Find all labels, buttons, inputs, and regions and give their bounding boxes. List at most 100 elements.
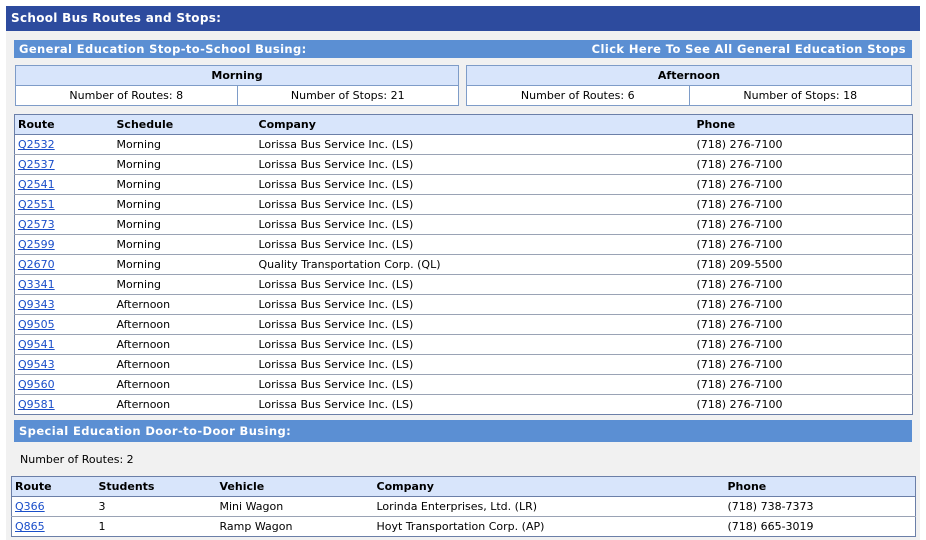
schedule-cell: Morning <box>113 214 256 235</box>
table-row: Q9543 Afternoon Lorissa Bus Service Inc. (… <box>14 354 913 375</box>
table-row: Q865 1 Ramp Wagon Hoyt Transportation Corp.… <box>12 517 916 537</box>
route-link[interactable]: Q9505 <box>18 318 55 331</box>
schedule-cell: Afternoon <box>116 398 171 411</box>
schedule-cell: Morning <box>113 234 256 255</box>
column-header-company: Company <box>373 476 725 497</box>
company-cell: Lorissa Bus Service Inc. (LS) <box>255 174 694 195</box>
route-cell: Q9541 <box>14 334 114 355</box>
schedule-cell: Morning <box>113 194 256 215</box>
company-cell: Quality Transportation Corp. (QL) <box>255 254 694 275</box>
company-cell: Lorissa Bus Service Inc. (LS) <box>255 274 694 295</box>
vehicle-cell: Ramp Wagon <box>219 520 293 533</box>
company-cell: Lorissa Bus Service Inc. (LS) <box>255 154 694 175</box>
route-link[interactable]: Q2537 <box>18 158 55 171</box>
general-education-header: General Education Stop-to-School Busing:… <box>14 40 912 58</box>
table-row: Q3341 Morning Lorissa Bus Service Inc. (LS… <box>14 274 913 295</box>
special-education-title: Special Education Door-to-Door Busing: <box>19 424 292 438</box>
phone-cell: (718) 276-7100 <box>693 314 913 335</box>
route-link[interactable]: Q9343 <box>18 298 55 311</box>
all-stops-link[interactable]: Click Here To See All General Education … <box>592 40 906 58</box>
company-cell: Lorissa Bus Service Inc. (LS) <box>255 354 694 375</box>
route-link[interactable]: Q2599 <box>18 238 55 251</box>
afternoon-summary-title: Afternoon <box>467 66 911 86</box>
route-cell: Q2573 <box>14 214 114 235</box>
phone-cell: (718) 276-7100 <box>693 214 913 235</box>
company-cell: Lorissa Bus Service Inc. (LS) <box>255 194 694 215</box>
route-link[interactable]: Q366 <box>15 500 45 513</box>
schedule-cell: Afternoon <box>113 334 256 355</box>
route-link[interactable]: Q9581 <box>18 398 55 411</box>
table-row: Q9505 Afternoon Lorissa Bus Service Inc. (… <box>14 314 913 335</box>
route-cell: Q9560 <box>14 374 114 395</box>
schedule-cell: Afternoon <box>113 354 256 375</box>
morning-route-count: Number of Routes: 8 <box>69 89 184 102</box>
route-link[interactable]: Q2551 <box>18 198 55 211</box>
table-row: Q366 3 Mini Wagon Lorinda Enterprises, Ltd.… <box>11 496 916 517</box>
route-cell: Q9343 <box>14 294 114 315</box>
phone-cell: (718) 276-7100 <box>693 134 913 155</box>
table-row: Q9343 Afternoon Lorissa Bus Service Inc. (… <box>14 294 913 315</box>
company-cell: Lorissa Bus Service Inc. (LS) <box>258 398 414 411</box>
phone-cell: (718) 276-7100 <box>693 294 913 315</box>
schedule-cell: Afternoon <box>113 314 256 335</box>
table-row: Q2541 Morning Lorissa Bus Service Inc. (LS… <box>14 174 913 195</box>
route-link[interactable]: Q2573 <box>18 218 55 231</box>
phone-cell: (718) 209-5500 <box>693 254 913 275</box>
schedule-cell: Morning <box>113 274 256 295</box>
column-header-company: Company <box>255 114 694 135</box>
column-header-vehicle: Vehicle <box>216 476 374 497</box>
route-link[interactable]: Q2532 <box>18 138 55 151</box>
route-link[interactable]: Q9543 <box>18 358 55 371</box>
route-cell: Q865 <box>12 517 96 537</box>
students-cell: 1 <box>98 520 106 533</box>
afternoon-route-count: Number of Routes: 6 <box>520 89 635 102</box>
table-row: Q2551 Morning Lorissa Bus Service Inc. (LS… <box>14 194 913 215</box>
phone-cell: (718) 276-7100 <box>693 354 913 375</box>
phone-cell: (718) 738-7373 <box>724 496 916 517</box>
company-cell: Hoyt Transportation Corp. (AP) <box>376 520 545 533</box>
route-cell: Q9543 <box>14 354 114 375</box>
company-cell: Lorissa Bus Service Inc. (LS) <box>255 234 694 255</box>
column-header-route: Route <box>11 476 96 497</box>
students-cell: 3 <box>95 496 217 517</box>
phone-cell: (718) 276-7100 <box>693 234 913 255</box>
table-row: Q2670 Morning Quality Transportation Corp.… <box>14 254 913 275</box>
table-header-row: Route Schedule Company Phone <box>14 114 913 135</box>
route-link[interactable]: Q865 <box>15 520 45 533</box>
phone-cell: (718) 276-7100 <box>693 154 913 175</box>
route-cell: Q3341 <box>14 274 114 295</box>
company-cell: Lorissa Bus Service Inc. (LS) <box>255 374 694 395</box>
special-routes-table: Route Students Vehicle Company Phone Q36… <box>11 476 916 537</box>
morning-summary: Morning Number of Routes: 8 Number of St… <box>15 65 459 106</box>
table-row: Q9560 Afternoon Lorissa Bus Service Inc. (… <box>14 374 913 395</box>
schedule-cell: Afternoon <box>113 374 256 395</box>
route-cell: Q2537 <box>14 154 114 175</box>
phone-cell: (718) 276-7100 <box>693 194 913 215</box>
table-row: Q2599 Morning Lorissa Bus Service Inc. (LS… <box>14 234 913 255</box>
schedule-cell: Afternoon <box>113 294 256 315</box>
vehicle-cell: Mini Wagon <box>216 496 374 517</box>
table-row: Q2573 Morning Lorissa Bus Service Inc. (LS… <box>14 214 913 235</box>
route-cell: Q9581 <box>15 395 114 415</box>
column-header-phone: Phone <box>693 114 913 135</box>
route-link[interactable]: Q9541 <box>18 338 55 351</box>
table-row: Q9541 Afternoon Lorissa Bus Service Inc. (… <box>14 334 913 355</box>
afternoon-summary: Afternoon Number of Routes: 6 Number of … <box>466 65 912 106</box>
morning-stop-count: Number of Stops: 21 <box>236 86 459 106</box>
special-education-header: Special Education Door-to-Door Busing: <box>14 420 912 442</box>
route-link[interactable]: Q3341 <box>18 278 55 291</box>
column-header-phone: Phone <box>724 476 916 497</box>
route-link[interactable]: Q2670 <box>18 258 55 271</box>
route-cell: Q9505 <box>14 314 114 335</box>
schedule-cell: Morning <box>113 254 256 275</box>
route-link[interactable]: Q2541 <box>18 178 55 191</box>
route-link[interactable]: Q9560 <box>18 378 55 391</box>
phone-cell: (718) 276-7100 <box>693 334 913 355</box>
page-title: School Bus Routes and Stops: <box>6 6 920 31</box>
company-cell: Lorissa Bus Service Inc. (LS) <box>255 134 694 155</box>
schedule-cell: Morning <box>113 134 256 155</box>
phone-cell: (718) 665-3019 <box>727 520 814 533</box>
phone-cell: (718) 276-7100 <box>696 398 783 411</box>
route-cell: Q2670 <box>14 254 114 275</box>
general-routes-table: Route Schedule Company Phone Q2532 Mornin… <box>14 114 913 415</box>
